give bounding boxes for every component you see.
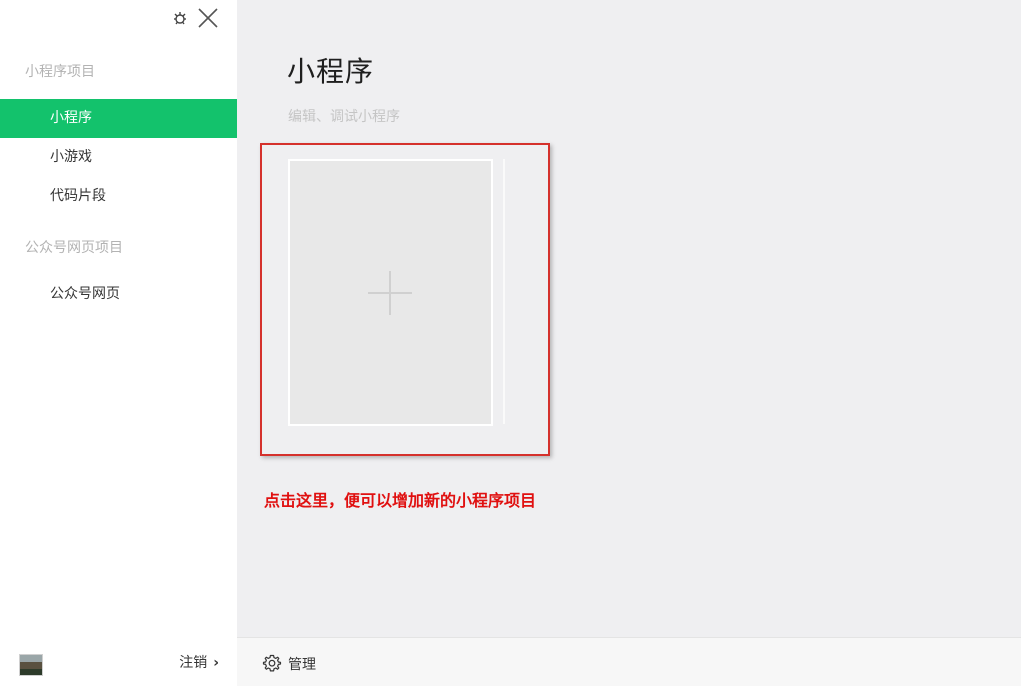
section-title-official-account: 公众号网页项目 (25, 240, 123, 256)
sidebar: 小程序项目 小程序 小游戏 代码片段 公众号网页项目 公众号网页 注销 › (0, 0, 237, 686)
highlight-box (260, 143, 550, 456)
footer-bar: 管理 (237, 637, 1021, 686)
logout-button[interactable]: 注销 › (179, 652, 219, 672)
bug-icon[interactable] (172, 10, 188, 26)
gear-icon (262, 654, 282, 672)
section-title-miniprogram: 小程序项目 (25, 64, 95, 80)
sidebar-item-miniprogram[interactable]: 小程序 (0, 99, 237, 138)
page-subtitle: 编辑、调试小程序 (288, 109, 400, 125)
manage-button[interactable]: 管理 (262, 653, 316, 674)
logout-label: 注销 (179, 655, 208, 671)
user-bar: 注销 › (0, 637, 237, 686)
sidebar-item-official-webpage[interactable]: 公众号网页 (0, 275, 237, 314)
main-panel: 小程序 编辑、调试小程序 点击这里，便可以增加新的小程序项目 管理 (237, 0, 1021, 686)
chevron-right-icon: › (213, 655, 219, 671)
avatar[interactable] (19, 654, 43, 676)
close-icon[interactable] (196, 6, 220, 30)
sidebar-item-code-snippet[interactable]: 代码片段 (0, 177, 237, 216)
manage-label: 管理 (288, 657, 316, 673)
annotation-text: 点击这里，便可以增加新的小程序项目 (264, 491, 537, 510)
sidebar-item-minigame[interactable]: 小游戏 (0, 138, 237, 177)
page-title: 小程序 (287, 55, 375, 88)
